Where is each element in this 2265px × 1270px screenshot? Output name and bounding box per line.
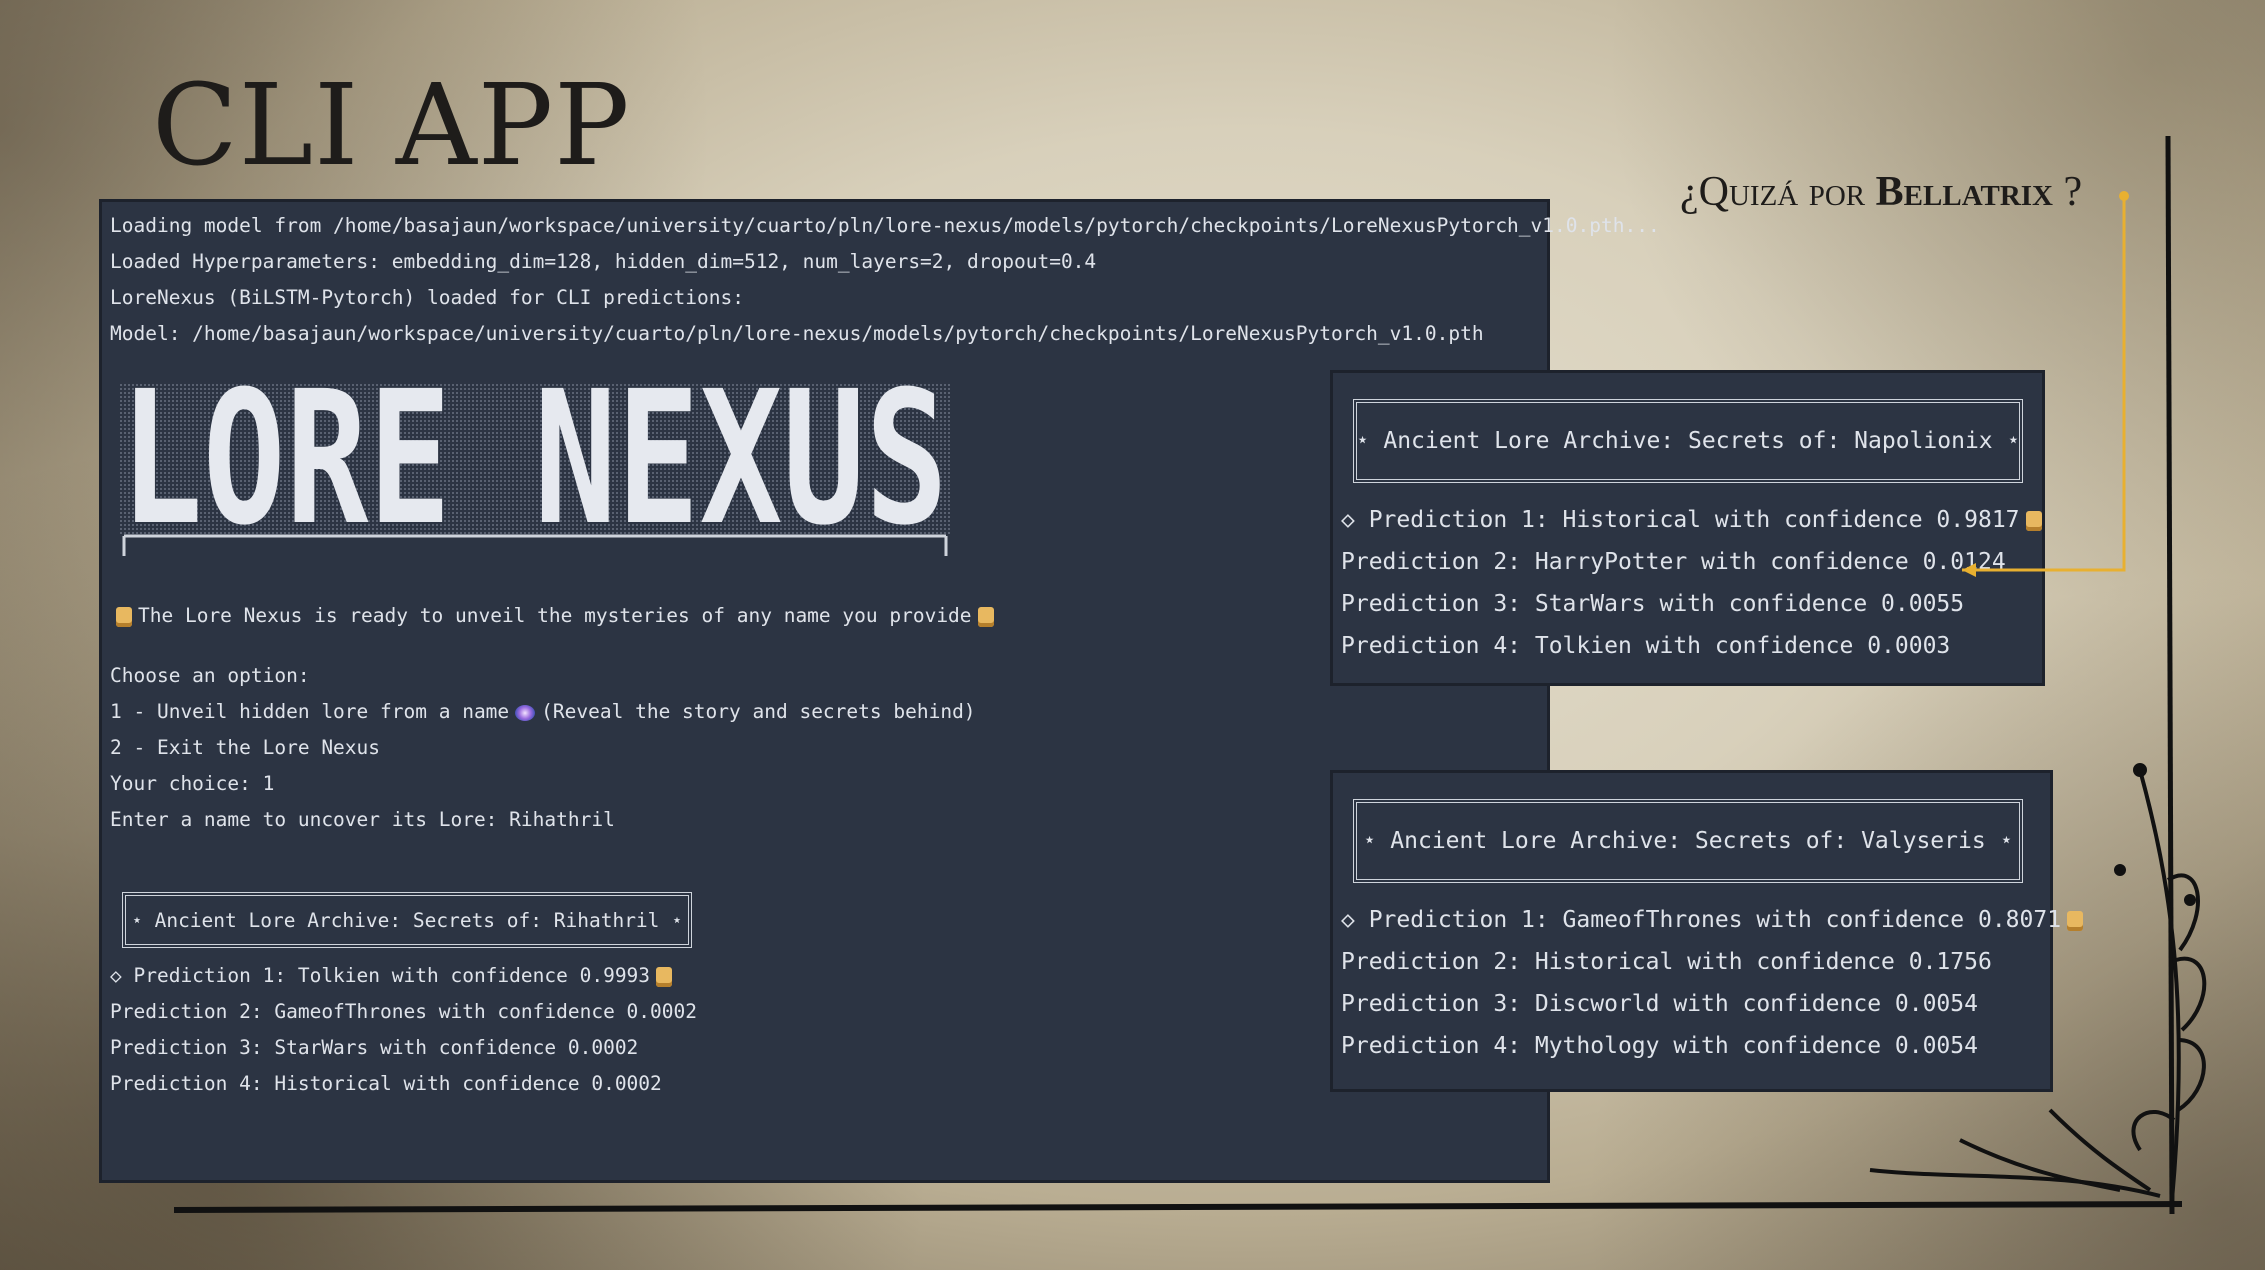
fern-icon <box>1869 763 2207 1201</box>
arrow-head-icon <box>1962 563 1976 577</box>
decorations <box>173 135 2207 1215</box>
callout-arrow <box>1962 196 2126 572</box>
right-border-line <box>2165 135 2175 1215</box>
callout-dot-icon <box>2119 191 2129 201</box>
bottom-border-line <box>173 1201 2183 1213</box>
